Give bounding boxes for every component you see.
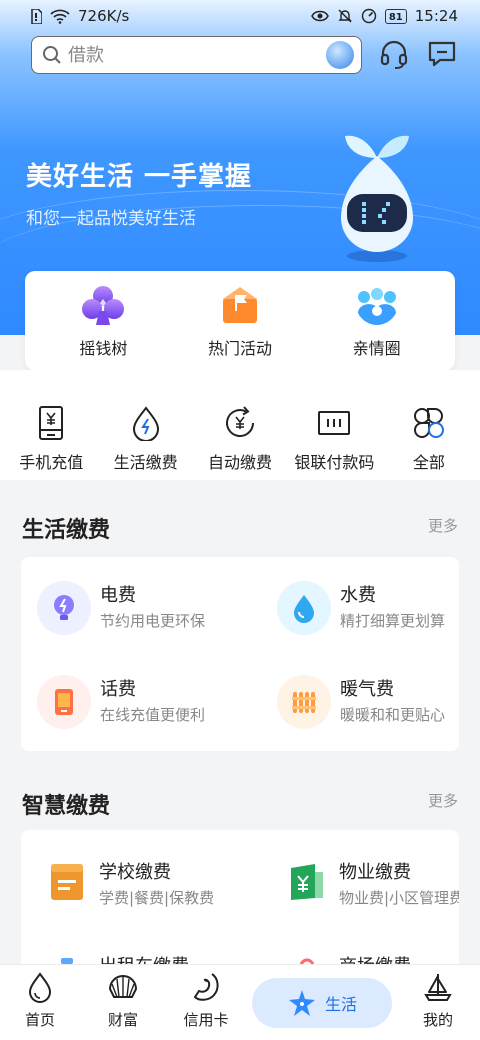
search-icon <box>43 46 61 64</box>
pay-item-desc: 学费|餐费|保教费 <box>99 889 215 907</box>
nav-credit-card[interactable]: 信用卡 <box>176 971 236 1030</box>
auto-pay-icon <box>226 406 255 438</box>
pay-item-desc: 暖暖和和更贴心 <box>340 706 446 724</box>
section-title-smart-payment: 智慧缴费 <box>22 794 111 819</box>
service-label: 银联付款码 <box>294 453 375 472</box>
nav-life[interactable]: 生活 <box>252 978 392 1028</box>
quick-action-family-circle[interactable]: 亲情圈 <box>317 283 437 359</box>
smart-payment-more-link[interactable]: 更多 <box>428 790 458 811</box>
conch-icon <box>193 973 219 1001</box>
pay-code-icon <box>318 411 351 435</box>
nav-wealth[interactable]: 财富 <box>93 971 153 1030</box>
pay-item-water[interactable]: 水费 精打细算更划算 <box>277 577 477 647</box>
headset-icon[interactable] <box>378 38 410 70</box>
property-fee-icon <box>287 860 327 904</box>
section-title-life-payment: 生活缴费 <box>22 518 111 543</box>
message-icon[interactable] <box>426 38 458 70</box>
home-drop-icon <box>28 972 52 1003</box>
nav-label: 首页 <box>24 1011 55 1029</box>
pay-item-name: 电费 <box>100 585 136 606</box>
nav-label: 信用卡 <box>183 1011 229 1029</box>
pay-item-desc: 物业费|小区管理费 <box>339 889 459 907</box>
quick-action-hot-events[interactable]: 热门活动 <box>180 283 300 359</box>
nav-mine[interactable]: 我的 <box>408 971 468 1030</box>
pay-item-name: 物业缴费 <box>339 862 411 883</box>
water-drop-icon <box>277 581 331 635</box>
pay-item-name: 水费 <box>340 585 376 606</box>
pay-item-school[interactable]: 学校缴费 学费|餐费|保教费 <box>43 854 253 924</box>
service-label: 自动缴费 <box>208 453 273 472</box>
phone-bill-icon <box>37 675 91 729</box>
nav-label: 生活 <box>324 995 357 1014</box>
pay-item-electricity[interactable]: 电费 节约用电更环保 <box>37 577 237 647</box>
pay-item-name: 暖气费 <box>340 679 394 700</box>
speed-gauge-icon <box>361 8 377 24</box>
smart-payment-card: 学校缴费 学费|餐费|保教费 物业缴费 物业费|小区管理费 出租车缴费 商场缴费 <box>21 830 459 970</box>
pay-item-heating[interactable]: 暖气费 暖暖和和更贴心 <box>277 671 477 741</box>
pay-item-phone-bill[interactable]: 话费 在线充值更便利 <box>37 671 237 741</box>
battery-indicator: 81 <box>384 8 407 24</box>
lightbulb-icon <box>37 581 91 635</box>
service-label: 生活缴费 <box>113 453 178 472</box>
quick-action-label: 摇钱树 <box>79 338 128 358</box>
service-phone-recharge[interactable]: 手机充值 <box>4 400 98 475</box>
life-payment-card: 电费 节约用电更环保 水费 精打细算更划算 话费 在线充值更便利 暖气费 暖暖和… <box>21 557 459 751</box>
robot-mascot-icon <box>341 135 413 262</box>
quick-action-money-tree[interactable]: 摇钱树 <box>43 283 163 359</box>
pay-item-property[interactable]: 物业缴费 物业费|小区管理费 <box>283 854 459 924</box>
nav-label: 我的 <box>422 1011 453 1029</box>
pay-item-name: 话费 <box>100 679 136 700</box>
shell-icon <box>108 975 138 998</box>
clock: 15:24 <box>414 7 458 25</box>
quick-action-label: 亲情圈 <box>352 338 401 358</box>
utility-drop-icon <box>132 406 159 441</box>
life-payment-more-link[interactable]: 更多 <box>428 515 458 536</box>
sim-icon <box>31 8 42 24</box>
service-auto-payment[interactable]: 自动缴费 <box>193 400 287 475</box>
starfish-icon <box>288 990 315 1016</box>
services-row: 手机充值 生活缴费 自动缴费 银联付款码 全部 <box>0 400 480 475</box>
family-icon <box>357 287 396 325</box>
pay-item-name: 学校缴费 <box>99 862 171 883</box>
eye-icon <box>311 10 329 22</box>
radiator-icon <box>277 675 331 729</box>
phone-recharge-icon <box>39 406 64 440</box>
grid-all-icon <box>413 408 444 438</box>
club-icon <box>82 285 125 325</box>
search-input[interactable] <box>68 44 298 66</box>
school-book-icon <box>47 860 87 904</box>
service-label: 手机充值 <box>19 453 84 472</box>
search-bar[interactable] <box>31 36 362 74</box>
mute-bell-icon <box>338 9 352 23</box>
service-life-payment[interactable]: 生活缴费 <box>98 400 192 475</box>
service-all[interactable]: 全部 <box>382 400 476 475</box>
pay-item-desc: 节约用电更环保 <box>100 612 206 630</box>
wifi-icon <box>50 9 70 24</box>
bottom-navigation: 首页 财富 信用卡 生活 我的 <box>0 964 480 1040</box>
voice-assistant-icon[interactable] <box>326 41 354 69</box>
sailboat-icon <box>424 974 452 1001</box>
pay-item-desc: 在线充值更便利 <box>100 706 206 724</box>
service-label: 全部 <box>412 453 445 472</box>
service-unionpay-code[interactable]: 银联付款码 <box>287 400 381 475</box>
nav-label: 财富 <box>107 1011 138 1029</box>
hero-title: 美好生活 一手掌握 <box>26 162 253 192</box>
network-speed: 726K/s <box>78 7 130 25</box>
status-bar: 726K/s 81 15:24 <box>0 0 480 32</box>
hero-subtitle: 和您一起品悦美好生活 <box>26 209 196 229</box>
nav-home[interactable]: 首页 <box>10 971 70 1030</box>
quick-action-label: 热门活动 <box>207 338 272 358</box>
flag-envelope-icon <box>222 286 257 323</box>
quick-actions-card: 摇钱树 热门活动 亲情圈 <box>25 271 455 370</box>
pay-item-desc: 精打细算更划算 <box>340 612 446 630</box>
